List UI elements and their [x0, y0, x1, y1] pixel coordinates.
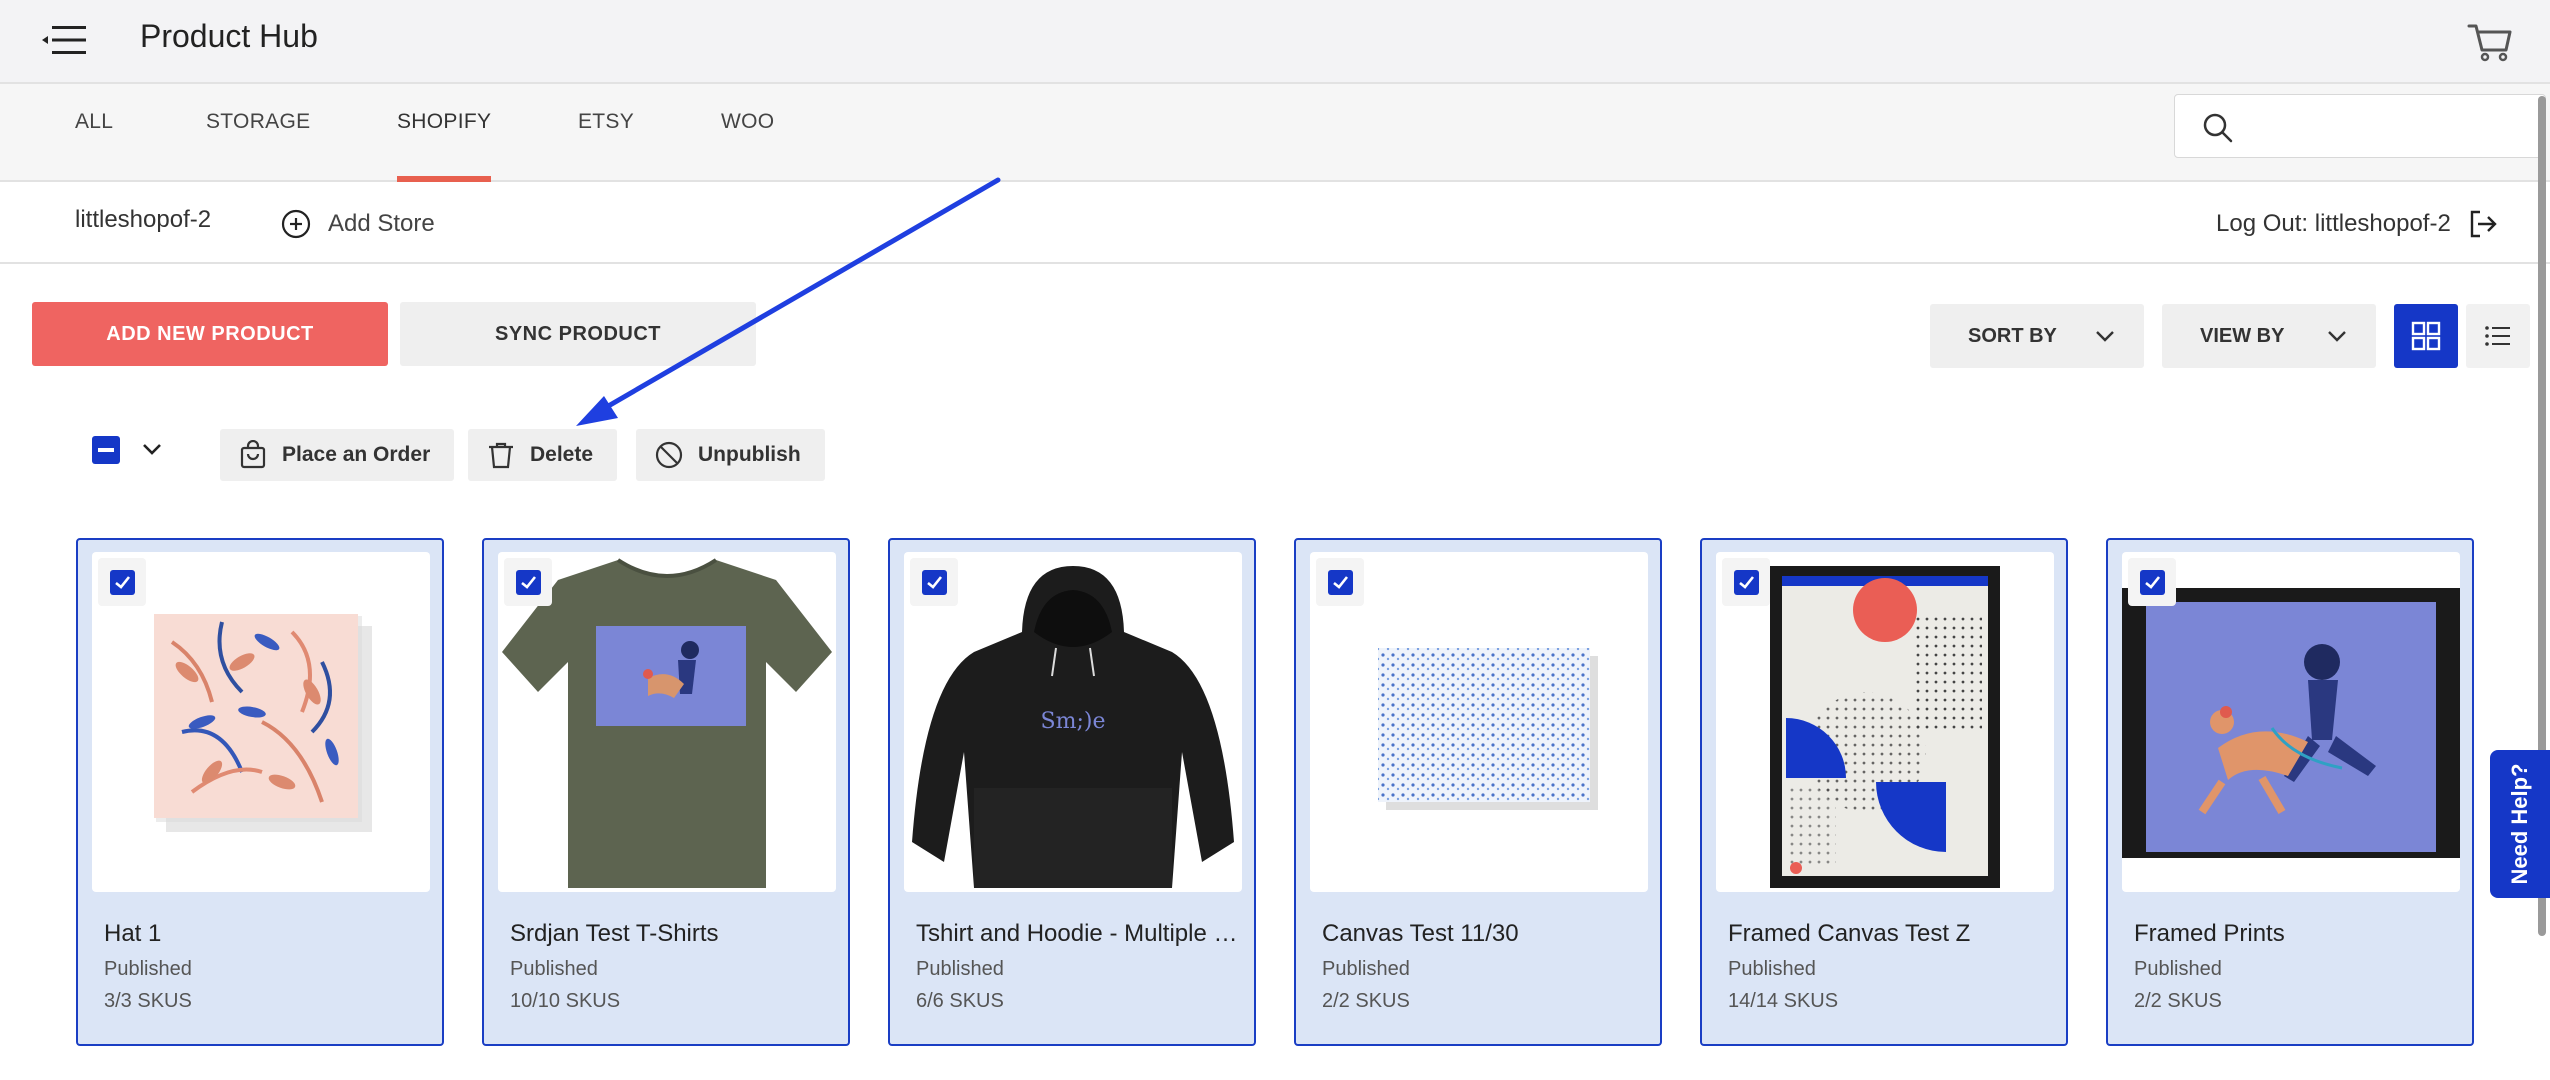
add-store-button[interactable]: Add Store: [280, 204, 435, 244]
product-card[interactable]: Canvas Test 11/30 Published 2/2 SKUS: [1294, 538, 1662, 1046]
plus-circle-icon: [281, 209, 311, 239]
product-name[interactable]: Hat 1: [104, 920, 434, 948]
tab-label: ALL: [75, 110, 114, 133]
product-name[interactable]: Tshirt and Hoodie - Multiple Products: [916, 920, 1246, 948]
chevron-down-icon: [2096, 331, 2114, 342]
sync-product-button[interactable]: SYNC PRODUCT: [400, 302, 756, 366]
product-card[interactable]: Framed Canvas Test Z Published 14/14 SKU…: [1700, 538, 2068, 1046]
hoodie-print-text: Sm;)e: [1041, 709, 1106, 734]
place-order-button[interactable]: Place an Order: [220, 429, 455, 481]
sort-by-dropdown[interactable]: SORT BY: [1930, 304, 2144, 368]
product-checkbox[interactable]: [98, 558, 146, 606]
channel-tabs: ALL STORAGE SHOPIFY ETSY WOO: [0, 84, 2550, 182]
tab-shopify[interactable]: SHOPIFY: [397, 84, 492, 182]
product-skus: 14/14 SKUS: [1728, 990, 1839, 1012]
tab-storage[interactable]: STORAGE: [206, 84, 310, 182]
view-by-label: VIEW BY: [2200, 324, 2285, 347]
product-status: Published: [1322, 958, 1410, 980]
add-store-label: Add Store: [328, 210, 435, 237]
product-checkbox[interactable]: [504, 558, 552, 606]
list-icon: [2485, 326, 2510, 346]
list-view-button[interactable]: [2466, 304, 2530, 368]
product-name[interactable]: Canvas Test 11/30: [1322, 920, 1652, 948]
tab-label: SHOPIFY: [397, 110, 492, 133]
logout-icon: [2470, 210, 2497, 238]
product-status: Published: [510, 958, 598, 980]
tab-label: WOO: [721, 110, 775, 133]
unpublish-button[interactable]: Unpublish: [636, 429, 825, 481]
app-title: Product Hub: [140, 18, 318, 54]
product-status: Published: [2134, 958, 2222, 980]
product-skus: 2/2 SKUS: [1322, 990, 1410, 1012]
top-bar: Product Hub: [0, 0, 2550, 84]
product-checkbox[interactable]: [2128, 558, 2176, 606]
delete-button[interactable]: Delete: [468, 429, 618, 481]
checkmark-icon: [1739, 576, 1755, 589]
product-card[interactable]: Framed Prints Published 2/2 SKUS: [2106, 538, 2474, 1046]
tab-label: ETSY: [578, 110, 635, 133]
product-status: Published: [916, 958, 1004, 980]
delete-label: Delete: [530, 443, 594, 466]
search-box[interactable]: [2174, 94, 2546, 158]
add-new-product-button[interactable]: ADD NEW PRODUCT: [32, 302, 388, 366]
product-card[interactable]: Sm;)e Tshirt and Hoodie - Multiple Produ…: [888, 538, 1256, 1046]
cart-icon[interactable]: [2466, 20, 2514, 64]
tab-label: STORAGE: [206, 110, 311, 133]
trash-icon: [489, 442, 513, 469]
grid-view-button[interactable]: [2394, 304, 2458, 368]
unpublish-label: Unpublish: [698, 443, 801, 466]
product-checkbox[interactable]: [1316, 558, 1364, 606]
need-help-button[interactable]: Need Help?: [2490, 750, 2550, 898]
product-name[interactable]: Srdjan Test T-Shirts: [510, 920, 840, 948]
checkmark-icon: [2145, 576, 2161, 589]
product-card[interactable]: Hat 1 Published 3/3 SKUS: [76, 538, 444, 1046]
tab-etsy[interactable]: ETSY: [578, 84, 634, 182]
logout-button[interactable]: Log Out: littleshopof-2: [2216, 204, 2499, 244]
product-checkbox[interactable]: [910, 558, 958, 606]
product-skus: 10/10 SKUS: [510, 990, 621, 1012]
store-bar: littleshopof-2 Add Store Log Out: little…: [0, 182, 2550, 264]
product-skus: 3/3 SKUS: [104, 990, 192, 1012]
view-by-dropdown[interactable]: VIEW BY: [2162, 304, 2376, 368]
product-status: Published: [104, 958, 192, 980]
product-name[interactable]: Framed Prints: [2134, 920, 2464, 948]
product-skus: 6/6 SKUS: [916, 990, 1004, 1012]
chevron-down-icon: [2328, 331, 2346, 342]
tab-all[interactable]: ALL: [75, 84, 113, 182]
select-options-chevron-icon[interactable]: [138, 436, 166, 464]
checkmark-icon: [927, 576, 943, 589]
product-name[interactable]: Framed Canvas Test Z: [1728, 920, 2058, 948]
tab-woo[interactable]: WOO: [721, 84, 774, 182]
store-name[interactable]: littleshopof-2: [75, 206, 211, 234]
ban-icon: [655, 441, 683, 469]
need-help-label: Need Help?: [2507, 763, 2532, 885]
product-card[interactable]: Srdjan Test T-Shirts Published 10/10 SKU…: [482, 538, 850, 1046]
checkmark-icon: [1333, 576, 1349, 589]
product-checkbox[interactable]: [1722, 558, 1770, 606]
checkmark-icon: [521, 576, 537, 589]
search-icon: [2203, 113, 2233, 143]
sort-by-label: SORT BY: [1968, 324, 2057, 347]
place-order-label: Place an Order: [282, 443, 431, 466]
menu-collapse-icon[interactable]: [38, 20, 94, 60]
checkmark-icon: [115, 576, 131, 589]
search-input[interactable]: [2249, 105, 2529, 149]
product-status: Published: [1728, 958, 1816, 980]
grid-icon: [2411, 321, 2441, 351]
shopping-bag-icon: [240, 440, 266, 469]
product-skus: 2/2 SKUS: [2134, 990, 2222, 1012]
logout-label: Log Out: littleshopof-2: [2216, 210, 2451, 237]
select-all-checkbox[interactable]: [92, 436, 120, 464]
